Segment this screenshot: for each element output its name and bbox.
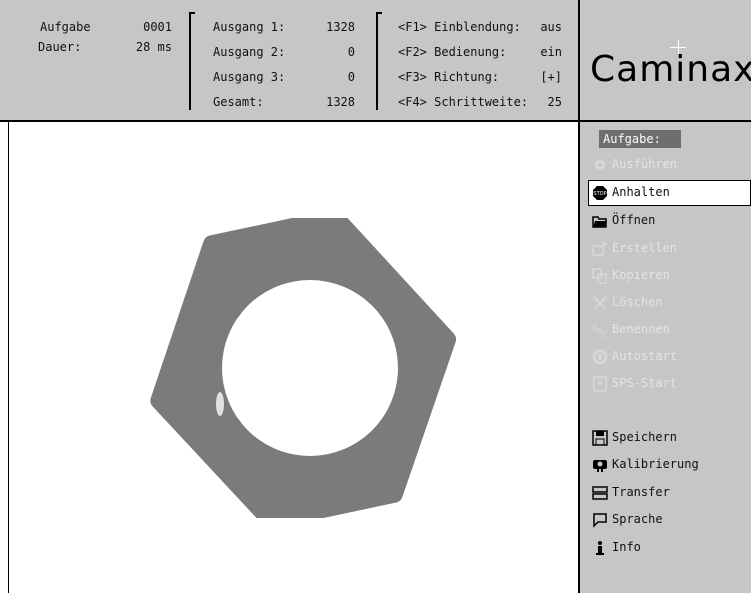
view-border [8, 122, 9, 593]
hex-nut-image [150, 208, 456, 530]
output2-value: 0 [347, 45, 355, 59]
menu-item-sps-start[interactable]: SPS-Start [592, 372, 749, 394]
menu-item-erstellen[interactable]: Erstellen [592, 237, 749, 259]
separator [376, 12, 378, 110]
separator [376, 12, 382, 14]
plc-start-icon [593, 375, 607, 392]
logo-crosshair [670, 47, 686, 48]
menu-item-transfer[interactable]: Transfer [592, 481, 749, 503]
f2-value: ein [540, 45, 562, 59]
menu-item-benennen[interactable]: A B C Benennen [592, 318, 749, 340]
svg-text:STOP: STOP [593, 191, 606, 197]
calibration-icon [593, 459, 607, 472]
rename-icon: ABC [592, 324, 608, 338]
nut-hole [222, 280, 398, 456]
folder-open-icon [592, 215, 607, 228]
reflection [216, 392, 224, 416]
f1-label: <F1> Einblendung: [398, 20, 521, 34]
separator [189, 12, 191, 110]
output3-label: Ausgang 3: [213, 70, 286, 84]
f4-label: <F4> Schrittweite: [398, 95, 529, 109]
camera-image [148, 208, 458, 530]
duration-value: 28 ms [135, 40, 172, 54]
caminax-logo: Caminax [590, 49, 751, 90]
output3-value: 0 [347, 70, 355, 84]
menu-item-oeffnen[interactable]: Öffnen [592, 209, 749, 231]
save-icon [592, 429, 608, 446]
gear-icon [595, 159, 605, 170]
autostart-icon [592, 349, 608, 364]
menu-item-sprache[interactable]: Sprache [592, 508, 749, 530]
info-icon [596, 540, 604, 555]
copy-icon [592, 267, 607, 284]
output2-label: Ausgang 2: [213, 45, 286, 59]
menu-item-kopieren[interactable]: Kopieren [592, 264, 749, 286]
menu-item-loeschen[interactable]: Löschen [592, 291, 749, 313]
f3-label: <F3> Richtung: [398, 70, 500, 84]
output1-label: Ausgang 1: [213, 20, 286, 34]
menu-item-ausfuehren[interactable]: Ausführen [592, 153, 749, 175]
f4-value: 25 [547, 95, 562, 109]
delete-icon [593, 295, 607, 310]
create-icon [592, 241, 607, 256]
menu-item-anhalten[interactable]: STOP Anhalten [592, 181, 749, 203]
total-label: Gesamt: [213, 95, 264, 109]
section-label: Aufgabe: [603, 132, 661, 146]
menu-item-info[interactable]: Info [592, 536, 749, 558]
task-label: Aufgabe [40, 20, 91, 34]
f2-label: <F2> Bedienung: [398, 45, 507, 59]
transfer-icon [592, 485, 608, 500]
stop-icon: STOP [593, 185, 607, 200]
duration-label: Dauer: [38, 40, 82, 54]
task-value: 0001 [143, 20, 172, 34]
total-value: 1328 [326, 95, 355, 109]
speech-bubble-icon [593, 512, 607, 528]
separator [189, 12, 195, 14]
f3-value: [+] [540, 70, 562, 84]
menu-item-kalibrierung[interactable]: Kalibrierung [592, 453, 749, 475]
f1-value: aus [540, 20, 562, 34]
menu-item-autostart[interactable]: Autostart [592, 345, 749, 367]
output1-value: 1328 [326, 20, 355, 34]
svg-text:C: C [602, 330, 608, 338]
menu-item-speichern[interactable]: Speichern [592, 426, 749, 448]
